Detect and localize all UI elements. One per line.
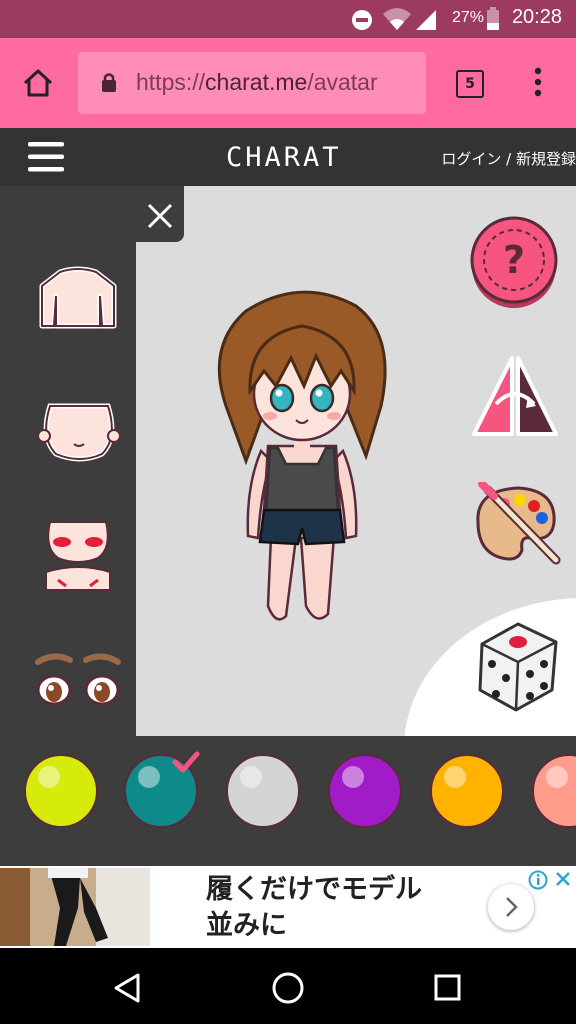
signal-icon: [416, 10, 436, 30]
system-nav-bar: [0, 948, 576, 1024]
color-swatch[interactable]: [328, 754, 402, 828]
swatch-highlight: [138, 766, 160, 788]
home-icon[interactable]: [22, 68, 54, 98]
parts-panel: [0, 186, 136, 736]
url-scheme: https://: [136, 69, 206, 95]
browser-toolbar: https://charat.me/avatar 5: [0, 38, 576, 128]
color-swatch-bar: [0, 736, 576, 866]
help-icon[interactable]: ?: [470, 216, 558, 310]
chevron-right-icon: [506, 897, 518, 917]
eyes-eyebrows-part[interactable]: [30, 652, 126, 712]
swatch-highlight: [38, 766, 60, 788]
close-panel-button[interactable]: [136, 186, 184, 242]
recents-icon[interactable]: [434, 974, 462, 1002]
face-blush-part[interactable]: [40, 518, 116, 592]
url-host: charat.me: [205, 69, 308, 95]
head-part[interactable]: [36, 398, 122, 464]
do-not-disturb-icon: [352, 10, 372, 30]
login-signup-link[interactable]: ログイン / 新規登録: [441, 148, 576, 169]
url-path: /avatar: [307, 69, 378, 95]
more-icon[interactable]: [532, 66, 544, 98]
battery-percent: 27%: [451, 9, 484, 26]
dice-icon[interactable]: [472, 616, 564, 716]
ad-photo: [0, 868, 150, 946]
back-icon[interactable]: [112, 972, 144, 1004]
tab-switcher-button[interactable]: 5: [456, 70, 484, 98]
site-header: CHARAT ログイン / 新規登録: [0, 128, 576, 186]
ad-image[interactable]: [0, 868, 150, 946]
color-swatch[interactable]: [532, 754, 576, 828]
svg-text:?: ?: [503, 238, 525, 282]
url-text: https://charat.me/avatar: [136, 69, 378, 96]
url-bar[interactable]: https://charat.me/avatar: [78, 52, 426, 114]
ad-next-button[interactable]: [488, 884, 534, 930]
swatch-highlight: [444, 766, 466, 788]
status-bar: 27% 20:28: [0, 0, 576, 38]
adchoices-icon[interactable]: [528, 870, 548, 890]
flip-icon[interactable]: [470, 354, 560, 438]
ad-close-icon[interactable]: [554, 870, 572, 888]
body-part[interactable]: [38, 266, 118, 332]
close-icon: [147, 203, 173, 229]
ad-line-1: 履くだけでモデル: [206, 874, 422, 905]
hamburger-menu-icon[interactable]: [28, 141, 64, 173]
battery-icon: [487, 7, 499, 30]
avatar-canvas: ?: [136, 186, 576, 736]
site-logo[interactable]: CHARAT: [226, 142, 342, 173]
palette-icon[interactable]: [468, 482, 564, 566]
home-nav-icon[interactable]: [270, 970, 306, 1006]
clock: 20:28: [511, 6, 562, 28]
swatch-highlight: [342, 766, 364, 788]
ad-line-2: 並みに: [206, 910, 287, 941]
avatar-character: [217, 290, 387, 621]
swatch-highlight: [546, 766, 568, 788]
wifi-icon: [383, 8, 411, 30]
lock-icon: [102, 73, 116, 92]
swatch-highlight: [240, 766, 262, 788]
color-swatch[interactable]: [430, 754, 504, 828]
color-swatch[interactable]: [24, 754, 98, 828]
ad-headline: 履くだけでモデル 並みに: [206, 872, 422, 944]
selected-check-icon: [172, 751, 200, 773]
color-swatch[interactable]: [226, 754, 300, 828]
